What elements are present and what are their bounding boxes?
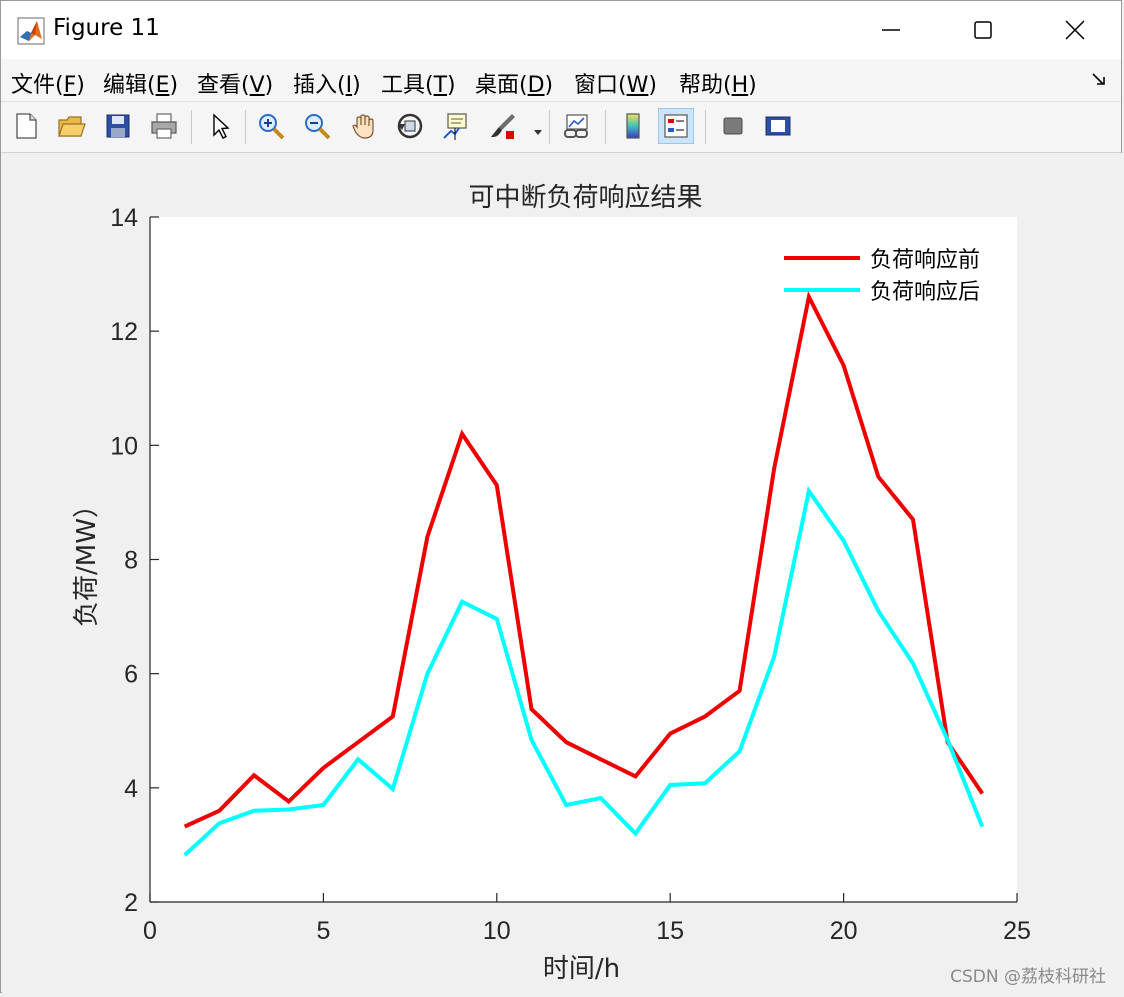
x-tick-label: 10 [483, 917, 511, 945]
menu-window[interactable]: 窗口(W) [574, 67, 657, 99]
pointer-icon [213, 113, 230, 139]
menu-view[interactable]: 查看(V) [197, 67, 273, 99]
menu-tools[interactable]: 工具(T) [381, 67, 456, 99]
legend-icon [664, 114, 688, 138]
dock-arrow-icon[interactable] [1091, 71, 1107, 87]
watermark: CSDN @荔枝科研社 [950, 967, 1106, 987]
print-icon [151, 113, 177, 139]
data-cursor-icon [443, 113, 467, 140]
menu-insert[interactable]: 插入(I) [293, 67, 361, 99]
y-axis-label: 负荷/MW） [72, 492, 102, 627]
figure-canvas: 0 5 10 15 20 25 2 4 6 8 10 12 14 可中断负荷响应结果时间/h 负荷/MW） 负… [2, 153, 1122, 993]
save-icon [106, 114, 130, 138]
close-icon [1065, 20, 1085, 40]
legend-label-2: 负荷响应后 [870, 280, 980, 305]
y-tick-label: 10 [110, 432, 138, 460]
legend-label-1: 负荷响应前 [870, 248, 980, 273]
toolbar-separator [605, 110, 606, 144]
hide-plot-tools-button[interactable] [715, 108, 751, 144]
close-button[interactable] [1029, 1, 1121, 59]
y-tick-label: 12 [110, 318, 138, 346]
data-cursor-button[interactable] [438, 108, 474, 144]
brush-dropdown-arrow[interactable] [533, 122, 543, 141]
line-chart[interactable]: 0 5 10 15 20 25 2 4 6 8 10 12 14 可中断负荷响应结果时间/h 负荷/MW） 负… [2, 153, 1122, 993]
y-tick-label: 6 [124, 661, 138, 689]
minimize-button[interactable] [845, 1, 937, 59]
pan-button[interactable] [346, 108, 382, 144]
colorbar-icon [626, 113, 640, 139]
x-axis-label: 时间/h [543, 954, 620, 984]
legend-button[interactable] [658, 108, 694, 144]
figure-window: Figure 11 文件(F) 编辑(E) 查看(V) 插入(I) 工具(T) … [0, 0, 1122, 993]
toolbar-separator [245, 110, 246, 144]
y-tick-label: 8 [124, 547, 138, 575]
menu-help[interactable]: 帮助(H) [679, 67, 757, 99]
x-tick-label: 15 [656, 917, 684, 945]
maximize-button[interactable] [937, 1, 1029, 59]
print-button[interactable] [146, 108, 182, 144]
zoom-in-button[interactable] [253, 108, 289, 144]
y-tick-label: 14 [110, 204, 138, 232]
y-tick-label: 2 [124, 889, 138, 917]
new-figure-button[interactable] [8, 108, 44, 144]
x-tick-label: 25 [1003, 917, 1031, 945]
rotate-3d-button[interactable] [392, 108, 428, 144]
toolbar-separator [705, 110, 706, 144]
figure-toolbar [1, 102, 1121, 153]
maximize-icon [974, 21, 992, 39]
open-file-icon [58, 116, 86, 137]
toolbar-separator [549, 110, 550, 144]
matlab-logo-icon [17, 17, 45, 45]
y-tick-label: 4 [124, 775, 138, 803]
x-tick-label: 0 [143, 917, 157, 945]
open-file-button[interactable] [53, 108, 89, 144]
minimize-icon [882, 29, 900, 31]
title-bar: Figure 11 [1, 1, 1121, 59]
zoom-in-icon [259, 114, 285, 140]
link-plot-button[interactable] [559, 108, 595, 144]
chart-title: 可中断负荷响应结果 [468, 183, 702, 213]
menu-file[interactable]: 文件(F) [11, 67, 85, 99]
chevron-down-icon [534, 130, 542, 135]
brush-icon [491, 114, 515, 139]
pointer-button[interactable] [201, 108, 237, 144]
rotate-3d-icon [397, 113, 423, 139]
show-plot-tools-icon [765, 116, 791, 136]
hide-plot-tools-icon [723, 117, 743, 135]
zoom-out-button[interactable] [299, 108, 335, 144]
menu-bar: 文件(F) 编辑(E) 查看(V) 插入(I) 工具(T) 桌面(D) 窗口(W… [1, 59, 1121, 102]
zoom-out-icon [305, 114, 331, 140]
x-tick-label: 20 [830, 917, 858, 945]
brush-button[interactable] [485, 108, 521, 144]
save-button[interactable] [100, 108, 136, 144]
menu-edit[interactable]: 编辑(E) [103, 67, 178, 99]
pan-hand-icon [352, 114, 374, 139]
axes-background [150, 217, 1017, 902]
new-figure-icon [16, 113, 37, 139]
colorbar-button[interactable] [615, 108, 651, 144]
show-plot-tools-button[interactable] [760, 108, 796, 144]
window-title: Figure 11 [53, 15, 160, 41]
toolbar-separator [191, 110, 192, 144]
link-plot-icon [564, 114, 588, 138]
menu-desktop[interactable]: 桌面(D) [475, 67, 553, 99]
x-tick-label: 5 [316, 917, 330, 945]
